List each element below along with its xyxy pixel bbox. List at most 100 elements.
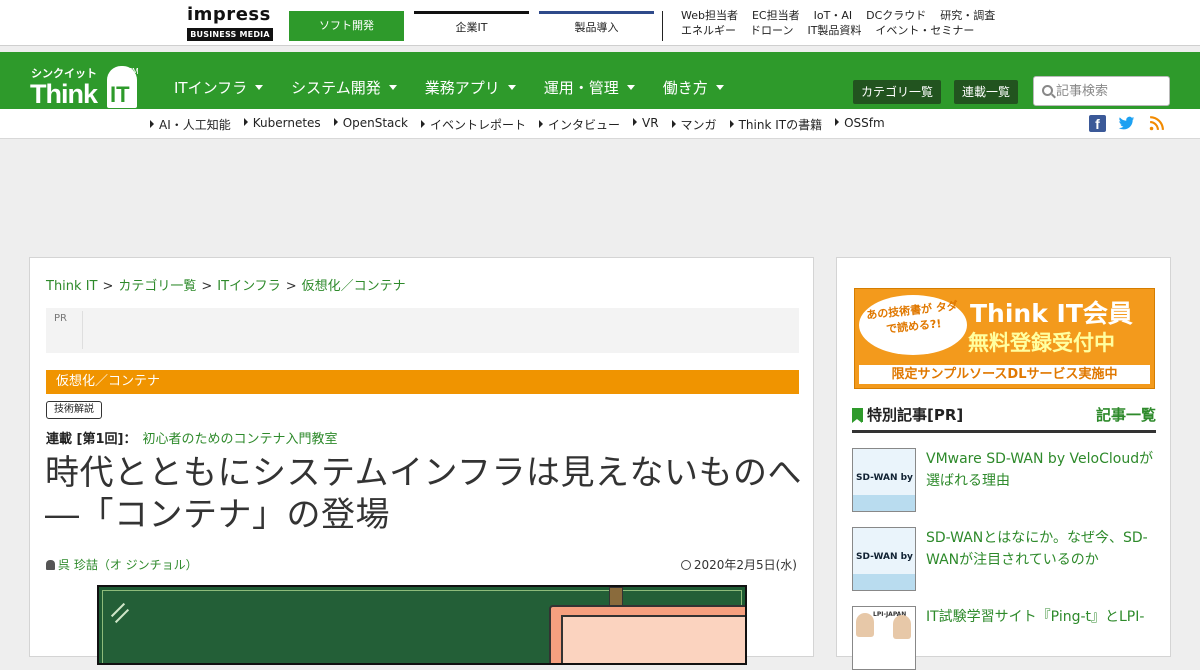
tab-enterprise-it[interactable]: 企業IT (414, 11, 529, 41)
tag-openstack[interactable]: OpenStack (334, 116, 408, 133)
series-label: 連載 [第1回]： (46, 432, 137, 447)
pr-label: PR (54, 313, 67, 324)
link-it-product-docs[interactable]: IT製品資料 (807, 24, 861, 37)
publish-date: 2020年2月5日(水) (693, 558, 797, 572)
tab-soft-dev[interactable]: ソフト開発 (289, 11, 404, 41)
impress-logo[interactable]: impress BUSINESS MEDIA (187, 5, 273, 43)
link-research[interactable]: 研究・調査 (940, 9, 995, 22)
list-item-link[interactable]: SD-WANとはなにか。なぜ今、SD-WANが注目されているのか (926, 527, 1158, 571)
list-item[interactable]: SD-WAN by Ve 導入ガイド SD-WANとはなにか。なぜ今、SD-WA… (852, 527, 1156, 591)
menu-system-dev-label: システム開発 (291, 79, 381, 97)
menu-system-dev[interactable]: システム開発 (291, 52, 397, 109)
caret-down-icon (715, 85, 724, 90)
tag-thinkit-books[interactable]: Think ITの書籍 (730, 116, 823, 133)
bookmark-icon (852, 408, 863, 423)
thumbnail-text: SD-WAN by Ve 導入ガイド (856, 552, 915, 562)
caret-down-icon (507, 85, 516, 90)
menu-workstyle[interactable]: 働き方 (663, 52, 724, 109)
person-illustration (893, 615, 911, 639)
top-divider (662, 11, 663, 41)
article-panel: Think IT > カテゴリ一覧 > ITインフラ > 仮想化／コンテナ PR 仮想化／コ… (29, 257, 814, 665)
tag-manga[interactable]: マンガ (672, 116, 717, 133)
search-icon[interactable] (1042, 85, 1053, 96)
breadcrumb-it-infra[interactable]: ITインフラ (217, 279, 280, 294)
twitter-icon[interactable] (1118, 115, 1135, 132)
link-iot-ai[interactable]: IoT・AI (814, 9, 852, 22)
search-box (1033, 76, 1170, 106)
breadcrumb-virtualization[interactable]: 仮想化／コンテナ (302, 279, 406, 294)
banner-strip: 限定サンプルソースDLサービス実施中 (859, 365, 1150, 384)
top-site-links: Web担当者 EC担当者 IoT・AI DCクラウド 研究・調査 エネルギー ドローン IT… (681, 8, 1041, 38)
breadcrumb-separator: > (102, 279, 114, 294)
link-drone[interactable]: ドローン (750, 24, 793, 37)
thumbnail-wave (853, 574, 915, 590)
list-item-link[interactable]: VMware SD-WAN by VeloCloudが選ばれる理由 (926, 448, 1158, 492)
pr-divider (82, 311, 83, 349)
banner-subheadline: 無料登録受付中 (968, 331, 1115, 355)
logo-it: IT (110, 82, 130, 107)
link-ec-tantousha[interactable]: EC担当者 (752, 9, 800, 22)
link-events-seminars[interactable]: イベント・セミナー (875, 24, 974, 37)
tag-ai[interactable]: AI・人工知能 (150, 116, 231, 133)
breadcrumb-home[interactable]: Think IT (46, 279, 97, 294)
list-item-link[interactable]: IT試験学習サイト『Ping-t』とLPI- (926, 606, 1158, 628)
special-articles-title: 特別記事[PR] (867, 406, 964, 424)
special-articles-header: 特別記事[PR] 記事一覧 (852, 403, 1156, 433)
member-banner[interactable]: あの技術書が タダで読める?! Think IT会員 無料登録受付中 限定サンプ… (854, 288, 1155, 389)
thumbnail-wave (853, 495, 915, 511)
article-list-link[interactable]: 記事一覧 (1096, 404, 1156, 425)
series-link[interactable]: 初心者のためのコンテナ入門教室 (142, 432, 337, 447)
impress-logo-sub: BUSINESS MEDIA (187, 28, 273, 41)
menu-business-apps[interactable]: 業務アプリ (425, 52, 516, 109)
main-nav: シンクイット Think IT TM ITインフラ システム開発 業務アプリ 運… (0, 52, 1200, 109)
category-bar[interactable]: 仮想化／コンテナ (46, 370, 799, 394)
sign-board-inner (561, 615, 745, 663)
menu-business-apps-label: 業務アプリ (424, 79, 500, 97)
caret-down-icon (626, 85, 635, 90)
link-dc-cloud[interactable]: DCクラウド (866, 9, 926, 22)
user-icon (46, 560, 55, 570)
tag-ossfm[interactable]: OSSfm (835, 116, 885, 133)
logo-think: Think (30, 79, 98, 109)
date-line: 2020年2月5日(水) (680, 556, 797, 573)
rss-icon[interactable] (1148, 115, 1165, 132)
article-thumbnail[interactable]: SD-WAN by Ve 導入ガイド (852, 448, 916, 512)
list-item[interactable]: LPI-JAPAN IT試験学習サイト『Ping-t』とLPI- (852, 606, 1156, 670)
menu-workstyle-label: 働き方 (662, 79, 708, 97)
author-link[interactable]: 呉 珍喆（オ ジンチョル） (58, 558, 198, 572)
menu-it-infra[interactable]: ITインフラ (174, 52, 264, 109)
menu-operations[interactable]: 運用・管理 (544, 52, 635, 109)
pr-box: PR (46, 308, 799, 353)
search-input[interactable] (1056, 81, 1166, 101)
tag-vr[interactable]: VR (633, 116, 659, 133)
facebook-icon[interactable]: f (1089, 115, 1106, 132)
logo-tm: TM (127, 67, 139, 76)
breadcrumb-separator: > (285, 279, 297, 294)
series-list-button[interactable]: 連載一覧 (954, 80, 1018, 104)
article-type-badge: 技術解説 (46, 401, 102, 419)
menu-it-infra-label: ITインフラ (174, 79, 248, 97)
sign-pole (609, 587, 623, 607)
tag-interview[interactable]: インタビュー (539, 116, 620, 133)
top-bar: impress BUSINESS MEDIA ソフト開発 企業IT 製品導入 W… (0, 0, 1200, 46)
article-thumbnail[interactable]: SD-WAN by Ve 導入ガイド (852, 527, 916, 591)
article-thumbnail[interactable]: LPI-JAPAN (852, 606, 916, 670)
clock-icon (680, 560, 691, 570)
link-web-tantousha[interactable]: Web担当者 (681, 9, 738, 22)
category-list-button[interactable]: カテゴリ一覧 (853, 80, 941, 104)
impress-logo-word: impress (187, 4, 271, 25)
breadcrumb-categories[interactable]: カテゴリ一覧 (118, 279, 196, 294)
tag-event-report[interactable]: イベントレポート (421, 116, 526, 133)
tag-list: AI・人工知能 Kubernetes OpenStack イベントレポート イン… (150, 116, 898, 133)
caret-down-icon (388, 85, 397, 90)
main-menu: ITインフラ システム開発 業務アプリ 運用・管理 働き方 (174, 52, 752, 109)
banner-headline: Think IT会員 (970, 299, 1133, 328)
list-item[interactable]: SD-WAN by Ve 導入ガイド VMware SD-WAN by Velo… (852, 448, 1156, 512)
menu-operations-label: 運用・管理 (543, 79, 619, 97)
breadcrumb: Think IT > カテゴリ一覧 > ITインフラ > 仮想化／コンテナ (46, 275, 406, 294)
series-line: 連載 [第1回]： 初心者のためのコンテナ入門教室 (46, 428, 337, 447)
tab-product-intro[interactable]: 製品導入 (539, 11, 654, 41)
link-energy[interactable]: エネルギー (681, 24, 736, 37)
tag-kubernetes[interactable]: Kubernetes (244, 116, 321, 133)
thinkit-logo[interactable]: シンクイット Think IT TM (30, 64, 140, 110)
